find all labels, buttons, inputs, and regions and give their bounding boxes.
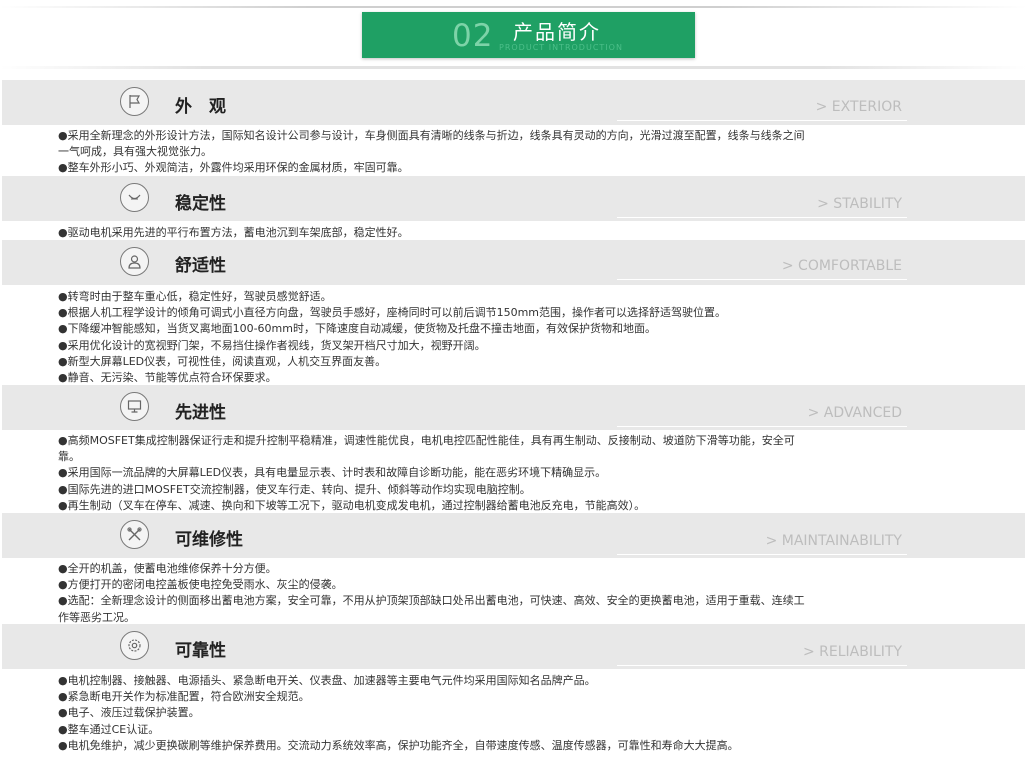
feature-title-underline	[617, 120, 907, 121]
feature-line: ●国际先进的进口MOSFET交流控制器，使叉车行走、转向、提升、倾斜等动作均实现…	[58, 482, 531, 496]
monitor-icon	[120, 392, 149, 421]
feature-line: ●根据人机工程学设计的倾角可调式小直径方向盘，驾驶员手感好，座椅同时可以前后调节…	[58, 306, 727, 320]
feature-title-en: > ADVANCED	[807, 405, 902, 421]
feature-title-underline	[617, 426, 907, 427]
feature-line: ●全开的机盖，使蓄电池维修保养十分方便。	[58, 562, 277, 575]
feature-title-underline	[617, 554, 907, 555]
feature-band-exterior: 外 观 > EXTERIOR	[2, 80, 1025, 125]
feature-line: ●电机免维护，减少更换碳刷等维护保养费用。交流动力系统效率高，保护功能齐全，自带…	[58, 738, 739, 752]
feature-band-advanced: 先进性 > ADVANCED	[2, 385, 1025, 430]
feature-title-underline	[617, 665, 907, 666]
feature-title: 稳定性	[175, 194, 226, 214]
feature-line: ●转弯时由于整车重心低，稳定性好，驾驶员感觉舒适。	[58, 290, 332, 303]
feature-line: ●方便打开的密闭电控盖板使电控免受雨水、灰尘的侵袭。	[58, 578, 343, 592]
feature-title-en: > EXTERIOR	[815, 99, 902, 115]
feature-line: ●电子、液压过载保护装置。	[58, 706, 200, 720]
feature-band-maintainability: 可维修性 > MAINTAINABILITY	[2, 513, 1025, 558]
section-subtitle: PRODUCT INTRODUCTION	[499, 43, 623, 52]
feature-line: ●选配：全新理念设计的侧面移出蓄电池方案，安全可靠，不用从护顶架顶部缺口处吊出蓄…	[58, 594, 805, 608]
feature-line: ●紧急断电开关作为标准配置，符合欧洲安全规范。	[58, 690, 310, 704]
tools-icon	[120, 520, 149, 549]
feature-line: ●下降缓冲智能感知，当货叉离地面100-60mm时，下降速度自动减缓，使货物及托…	[58, 322, 656, 336]
feature-title: 可维修性	[175, 530, 243, 550]
feature-title-underline	[617, 279, 907, 280]
feature-text-maintainability: ●全开的机盖，使蓄电池维修保养十分方便。 ●方便打开的密闭电控盖板使电控免受雨水…	[58, 561, 805, 626]
section-title: 产品简介	[513, 20, 601, 44]
feature-text-stability: ●驱动电机采用先进的平行布置方法，蓄电池沉到车架底部，稳定性好。	[58, 225, 409, 241]
feature-line: ●采用优化设计的宽视野门架，不易挡住操作者视线，货叉架开档尺寸加大，视野开阔。	[58, 338, 486, 352]
feature-line: ●整车外形小巧、外观简洁，外露件均采用环保的金属材质，牢固可靠。	[58, 161, 409, 175]
balance-icon	[120, 183, 149, 212]
top-divider	[0, 6, 1027, 8]
feature-title: 可靠性	[175, 641, 226, 661]
feature-line: ●采用全新理念的外形设计方法，国际知名设计公司参与设计，车身侧面具有清晰的线条与…	[58, 129, 805, 142]
feature-line: ●采用国际一流品牌的大屏幕LED仪表，具有电量显示表、计时表和故障自诊断功能，能…	[58, 466, 607, 480]
feature-title-en: > MAINTAINABILITY	[765, 533, 902, 549]
flag-icon	[120, 87, 149, 116]
feature-line: ●静音、无污染、节能等优点符合环保要求。	[58, 371, 277, 385]
feature-band-stability: 稳定性 > STABILITY	[2, 176, 1025, 221]
header-divider	[0, 66, 1027, 69]
feature-title-en: > COMFORTABLE	[781, 258, 902, 274]
feature-line: ●新型大屏幕LED仪表，可视性佳，阅读直观，人机交互界面友善。	[58, 354, 387, 368]
section-header: 02 产品简介 PRODUCT INTRODUCTION	[362, 12, 695, 58]
feature-title-underline	[617, 217, 907, 218]
feature-line: 一气呵成，具有强大视觉张力。	[58, 145, 212, 159]
feature-title: 外 观	[175, 97, 226, 117]
feature-band-reliability: 可靠性 > RELIABILITY	[2, 624, 1025, 669]
feature-title: 先进性	[175, 403, 226, 423]
feature-text-reliability: ●电机控制器、接触器、电源插头、紧急断电开关、仪表盘、加速器等主要电气元件均采用…	[58, 673, 739, 754]
feature-title: 舒适性	[175, 256, 226, 276]
section-number: 02	[452, 18, 494, 54]
feature-line: ●整车通过CE认证。	[58, 722, 160, 736]
feature-text-comfortable: ●转弯时由于整车重心低，稳定性好，驾驶员感觉舒适。 ●根据人机工程学设计的倾角可…	[58, 289, 726, 386]
feature-text-advanced: ●高频MOSFET集成控制器保证行走和提升控制平稳精准，调速性能优良，电机电控匹…	[58, 433, 795, 514]
driver-icon	[120, 247, 149, 276]
feature-line: ●驱动电机采用先进的平行布置方法，蓄电池沉到车架底部，稳定性好。	[58, 226, 409, 239]
gear-icon	[120, 631, 149, 660]
feature-line: ●电机控制器、接触器、电源插头、紧急断电开关、仪表盘、加速器等主要电气元件均采用…	[58, 674, 596, 687]
feature-line: 靠。	[58, 450, 80, 464]
feature-line: ●再生制动（叉车在停车、减速、换向和下坡等工况下，驱动电机变成发电机，通过控制器…	[58, 498, 646, 512]
feature-line: ●高频MOSFET集成控制器保证行走和提升控制平稳精准，调速性能优良，电机电控匹…	[58, 434, 795, 447]
feature-title-en: > RELIABILITY	[802, 644, 902, 660]
feature-band-comfortable: 舒适性 > COMFORTABLE	[2, 240, 1025, 285]
feature-title-en: > STABILITY	[817, 196, 902, 212]
feature-text-exterior: ●采用全新理念的外形设计方法，国际知名设计公司参与设计，车身侧面具有清晰的线条与…	[58, 128, 805, 177]
